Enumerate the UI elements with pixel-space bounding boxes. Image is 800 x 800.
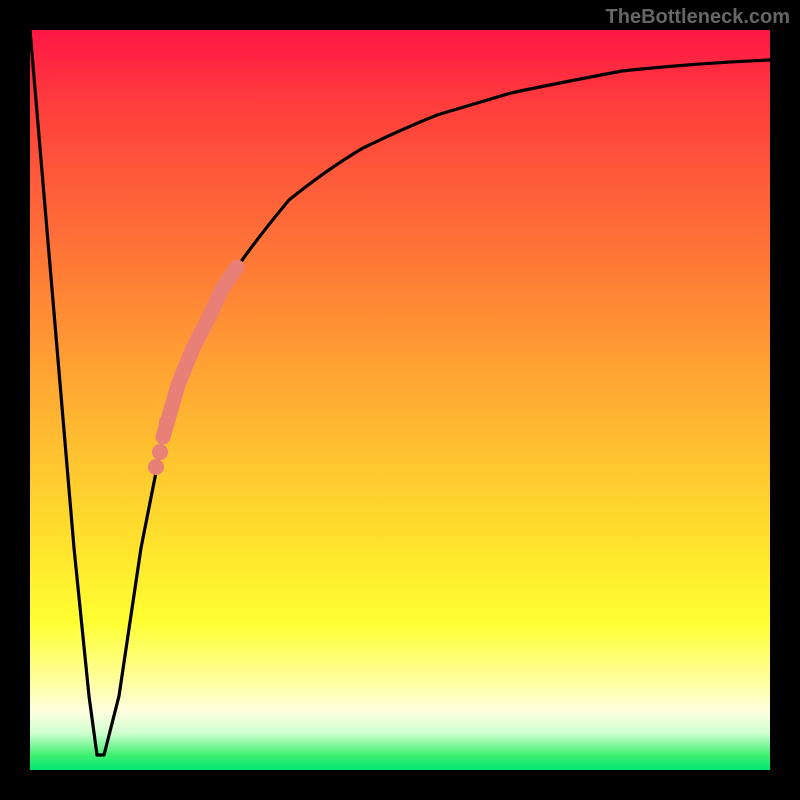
highlight-dot bbox=[159, 414, 175, 430]
bottleneck-curve bbox=[30, 30, 770, 755]
plot-area bbox=[30, 30, 770, 770]
highlight-dot bbox=[152, 444, 168, 460]
highlighted-segment bbox=[163, 267, 237, 437]
chart-frame: TheBottleneck.com bbox=[0, 0, 800, 800]
highlight-dot bbox=[148, 459, 164, 475]
curve-layer bbox=[30, 30, 770, 770]
watermark-text: TheBottleneck.com bbox=[606, 6, 790, 29]
